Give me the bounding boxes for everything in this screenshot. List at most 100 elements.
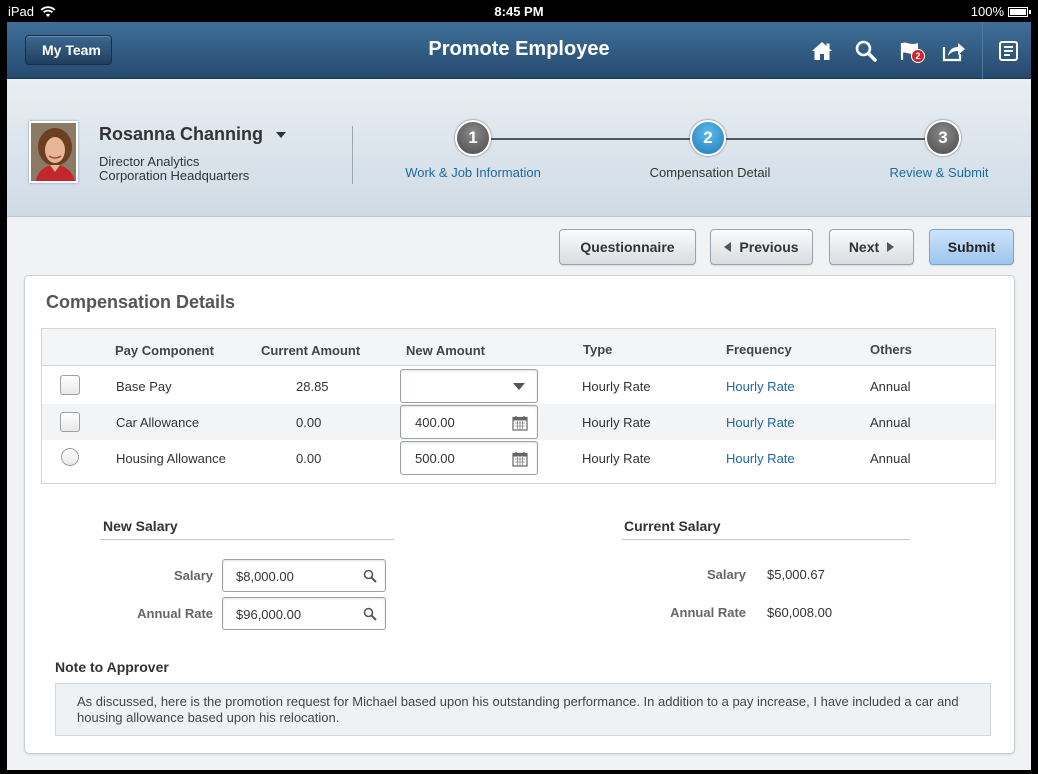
- frequency-link[interactable]: Hourly Rate: [726, 451, 795, 466]
- employee-header: Rosanna Channing Director Analytics Corp…: [7, 79, 1031, 217]
- new-salary-label: Salary: [173, 568, 213, 583]
- frequency-link[interactable]: Hourly Rate: [726, 379, 795, 394]
- new-annual-rate-value: $96,000.00: [236, 607, 302, 622]
- header-divider: [352, 126, 353, 184]
- pay-component: Base Pay: [116, 379, 172, 394]
- search-button[interactable]: [844, 22, 888, 79]
- step-3-label[interactable]: Review & Submit: [879, 165, 999, 180]
- employee-name[interactable]: Rosanna Channing: [99, 124, 263, 145]
- new-amount-input[interactable]: 500.00: [400, 441, 538, 475]
- current-amount: 0.00: [296, 451, 322, 466]
- step-1-marker[interactable]: 1: [455, 120, 491, 156]
- new-salary-value: $8,000.00: [236, 569, 294, 584]
- step-2-marker[interactable]: 2: [690, 120, 726, 156]
- dropdown-arrow-icon: [513, 383, 525, 390]
- note-text: As discussed, here is the promotion requ…: [77, 694, 959, 725]
- new-amount-select[interactable]: [400, 369, 538, 403]
- status-bar: iPad 8:45 PM 100%: [0, 0, 1038, 22]
- pay-type: Hourly Rate: [582, 415, 651, 430]
- calendar-icon[interactable]: [512, 415, 528, 431]
- pay-type: Hourly Rate: [582, 451, 651, 466]
- employee-department: Corporation Headquarters: [99, 168, 250, 183]
- current-salary-divider: [622, 539, 910, 540]
- current-salary-value: $5,000.67: [767, 567, 825, 582]
- row-checkbox[interactable]: [60, 412, 80, 432]
- new-salary-title: New Salary: [103, 518, 178, 534]
- new-annual-rate-label: Annual Rate: [137, 606, 213, 621]
- search-icon: [855, 40, 877, 62]
- new-salary-input[interactable]: $8,000.00: [222, 559, 386, 592]
- share-button[interactable]: [932, 22, 976, 79]
- pay-component: Car Allowance: [116, 415, 200, 430]
- questionnaire-button[interactable]: Questionnaire: [559, 229, 696, 265]
- clock: 8:45 PM: [494, 4, 544, 19]
- submit-label: Submit: [947, 239, 996, 255]
- column-header: New Amount: [406, 343, 485, 358]
- arrow-right-icon: [887, 242, 895, 252]
- battery-icon: [1008, 6, 1031, 17]
- notification-badge: 2: [911, 49, 925, 63]
- table-row: Base Pay 28.85 Hourly Rate Hourly Rate A…: [42, 368, 995, 404]
- chevron-down-icon[interactable]: [276, 132, 286, 138]
- new-amount-input[interactable]: 400.00: [400, 405, 538, 439]
- search-icon[interactable]: [363, 569, 377, 583]
- pay-component: Housing Allowance: [116, 451, 226, 466]
- app-window: My Team Promote Employee 2 Rosanna Chann…: [7, 22, 1031, 770]
- panel-title: Compensation Details: [46, 292, 236, 312]
- current-amount: 0.00: [296, 415, 322, 430]
- previous-label: Previous: [739, 239, 799, 255]
- table-header: Pay Component Current Amount New Amount …: [42, 329, 995, 366]
- new-salary-divider: [100, 539, 394, 540]
- arrow-left-icon: [724, 242, 732, 252]
- others-value: Annual: [870, 451, 911, 466]
- column-header: Frequency: [726, 342, 792, 357]
- home-button[interactable]: [800, 22, 844, 79]
- nav-icon-group: 2: [800, 22, 1031, 79]
- employee-job-title: Director Analytics: [99, 154, 200, 169]
- navigation-bar: My Team Promote Employee 2: [7, 22, 1031, 79]
- note-title: Note to Approver: [55, 659, 169, 675]
- table-row: Car Allowance 0.00 400.00 Hourly Rate Ho…: [42, 404, 995, 440]
- current-salary-title: Current Salary: [624, 518, 721, 534]
- share-icon: [942, 42, 965, 61]
- pay-type: Hourly Rate: [582, 379, 651, 394]
- step-3-marker[interactable]: 3: [925, 120, 961, 156]
- notifications-button[interactable]: 2: [888, 22, 932, 79]
- next-label: Next: [848, 239, 880, 255]
- current-salary-label: Salary: [706, 567, 746, 582]
- frequency-link[interactable]: Hourly Rate: [726, 415, 795, 430]
- person-photo: [31, 123, 76, 181]
- employee-avatar: [29, 121, 78, 183]
- step-2-label: Compensation Detail: [649, 165, 771, 180]
- new-annual-rate-input[interactable]: $96,000.00: [222, 597, 386, 630]
- table-row: Housing Allowance 0.00 500.00 Hourly Rat…: [42, 440, 995, 476]
- submit-button[interactable]: Submit: [929, 229, 1014, 265]
- current-amount: 28.85: [296, 379, 329, 394]
- column-header: Type: [583, 342, 613, 357]
- menu-icon: [999, 40, 1018, 61]
- new-amount-value: 500.00: [415, 451, 455, 466]
- compensation-panel: Compensation Details Pay Component Curre…: [24, 275, 1015, 754]
- others-value: Annual: [870, 379, 911, 394]
- row-checkbox[interactable]: [60, 375, 80, 395]
- status-right: 100%: [971, 4, 1031, 19]
- column-header: Others: [870, 342, 912, 357]
- previous-button[interactable]: Previous: [710, 229, 813, 265]
- pay-component-table: Pay Component Current Amount New Amount …: [41, 328, 996, 484]
- search-icon[interactable]: [363, 607, 377, 621]
- step-1-label[interactable]: Work & Job Information: [393, 165, 553, 180]
- new-amount-value: 400.00: [415, 415, 455, 430]
- column-header: Current Amount: [261, 343, 361, 358]
- next-button[interactable]: Next: [829, 229, 914, 265]
- questionnaire-label: Questionnaire: [580, 239, 675, 255]
- menu-button[interactable]: [987, 22, 1031, 79]
- current-annual-rate-label: Annual Rate: [670, 605, 746, 620]
- train-connector: [491, 138, 690, 140]
- train-connector: [726, 138, 925, 140]
- row-radio[interactable]: [61, 448, 79, 466]
- home-icon: [812, 41, 832, 60]
- note-textarea[interactable]: As discussed, here is the promotion requ…: [55, 683, 991, 736]
- column-header: Pay Component: [115, 343, 214, 358]
- calendar-icon[interactable]: [512, 451, 528, 467]
- nav-divider: [982, 22, 983, 79]
